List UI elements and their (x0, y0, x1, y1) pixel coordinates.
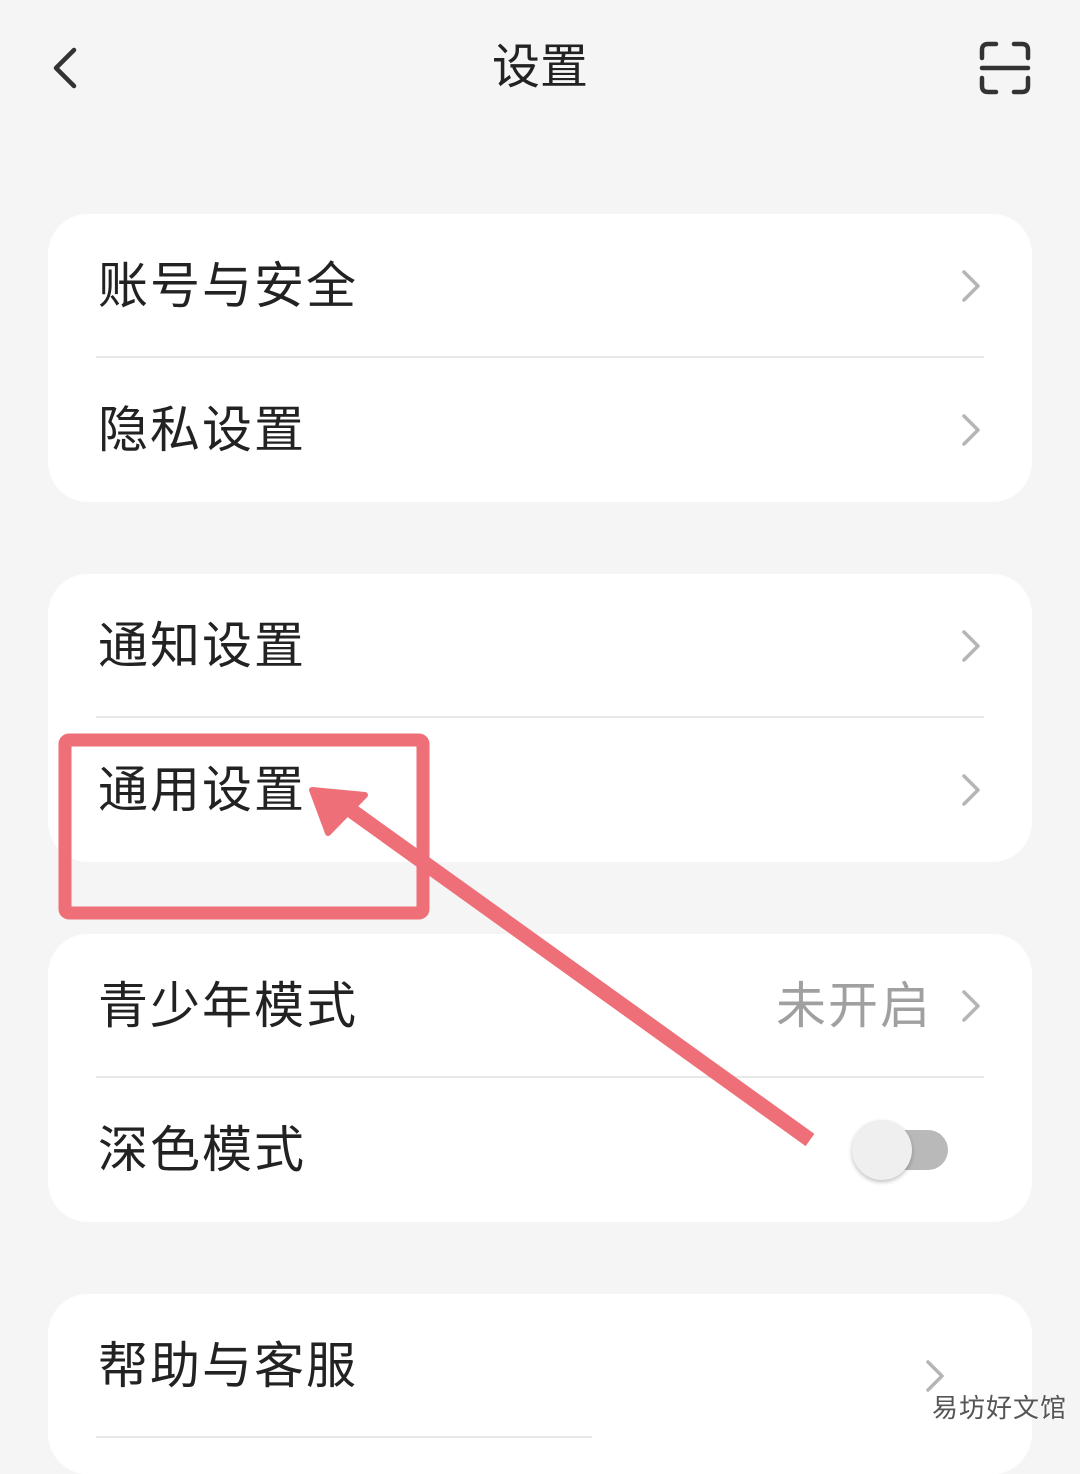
row-label: 账号与安全 (98, 257, 358, 315)
chevron-right-icon (962, 414, 980, 446)
watermark: 易坊好文馆 (932, 1394, 1068, 1424)
nav-bar: 设置 (0, 0, 1080, 140)
toggle-knob (852, 1120, 912, 1180)
row-label: 青少年模式 (98, 977, 358, 1035)
row-label: 隐私设置 (98, 401, 306, 459)
row-label: 深色模式 (98, 1121, 306, 1179)
settings-group-account: 账号与安全 隐私设置 (48, 214, 1032, 502)
scan-icon (979, 41, 1031, 95)
row-label: 通用设置 (98, 761, 306, 819)
divider (96, 1436, 592, 1438)
row-help-support[interactable]: 帮助与客服 (48, 1294, 1032, 1438)
dark-mode-toggle[interactable] (852, 1120, 952, 1180)
settings-group-help: 帮助与客服 (48, 1294, 1032, 1474)
row-notification-settings[interactable]: 通知设置 (48, 574, 1032, 718)
row-general-settings[interactable]: 通用设置 (48, 718, 1032, 862)
settings-group-modes: 青少年模式 未开启 深色模式 (48, 934, 1032, 1222)
scan-button[interactable] (970, 36, 1040, 100)
chevron-right-icon (962, 630, 980, 662)
chevron-right-icon (962, 774, 980, 806)
row-dark-mode: 深色模式 (48, 1078, 1032, 1222)
chevron-right-icon (962, 270, 980, 302)
row-youth-mode[interactable]: 青少年模式 未开启 (48, 934, 1032, 1078)
row-label: 帮助与客服 (98, 1337, 358, 1395)
chevron-right-icon (962, 990, 980, 1022)
row-privacy-settings[interactable]: 隐私设置 (48, 358, 1032, 502)
row-account-security[interactable]: 账号与安全 (48, 214, 1032, 358)
row-label: 通知设置 (98, 617, 306, 675)
settings-group-general: 通知设置 通用设置 (48, 574, 1032, 862)
page-title: 设置 (491, 39, 588, 95)
youth-mode-status: 未开启 (776, 977, 932, 1035)
